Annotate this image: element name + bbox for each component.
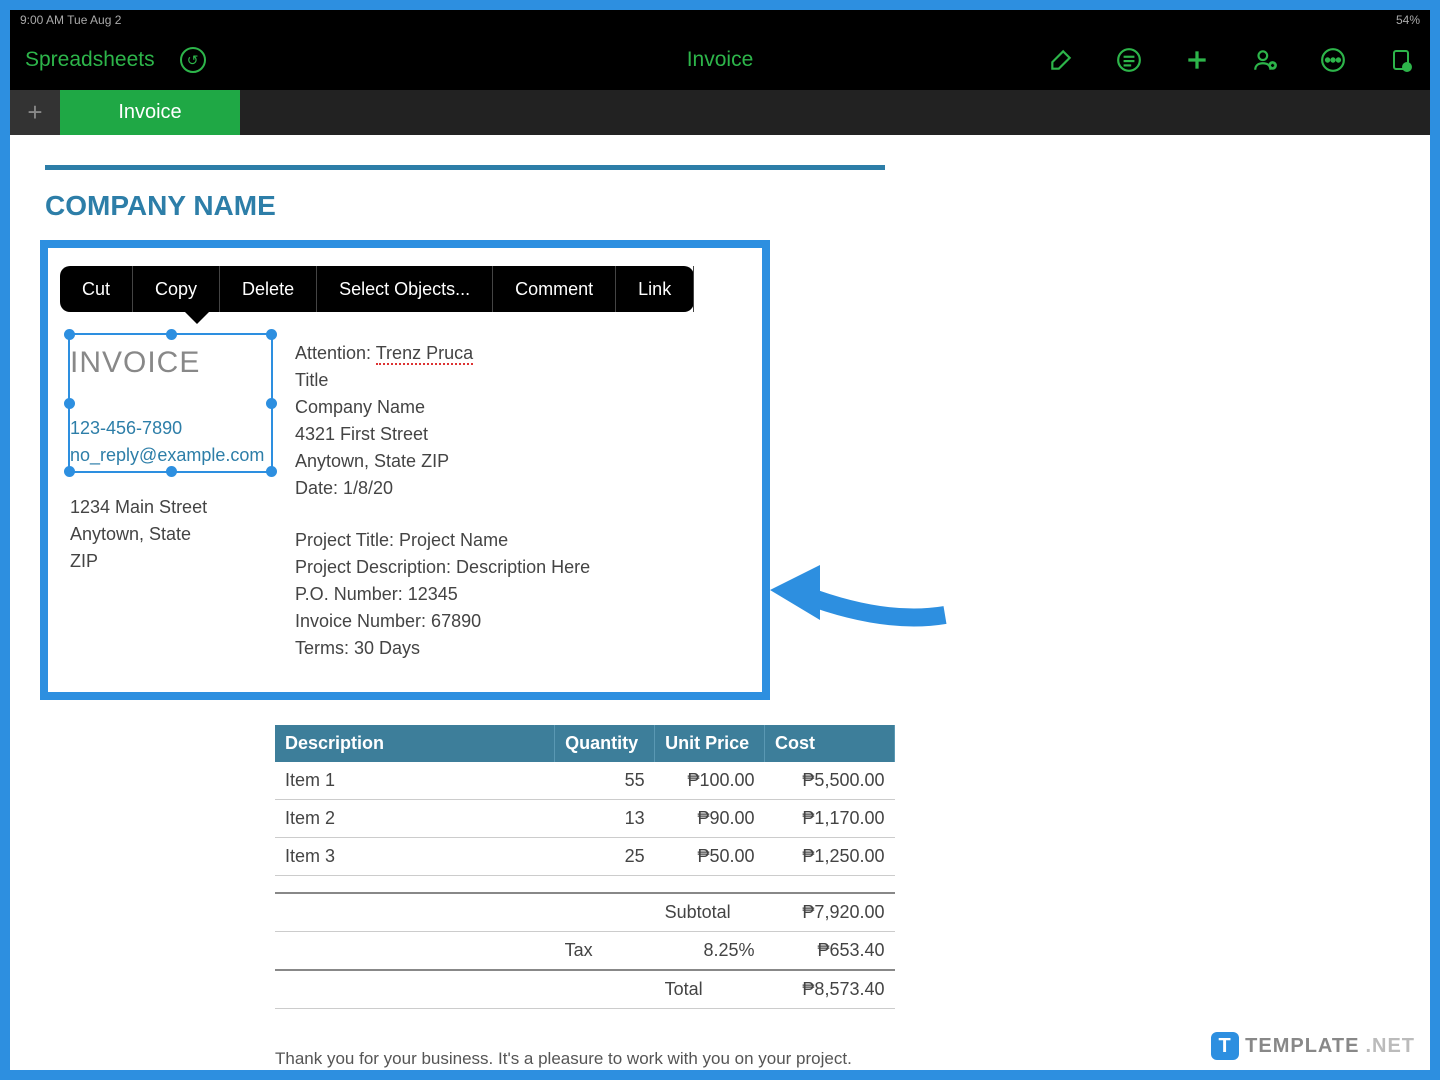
watermark-brand: TEMPLATE xyxy=(1245,1035,1359,1058)
table-row[interactable]: Item 213₱90.00₱1,170.00 xyxy=(275,800,895,838)
header-cost: Cost xyxy=(765,725,895,762)
context-cut[interactable]: Cut xyxy=(60,266,133,312)
address-line-3: ZIP xyxy=(70,548,275,575)
annotation-arrow-icon xyxy=(765,555,955,645)
table-header-row: Description Quantity Unit Price Cost xyxy=(275,725,895,762)
selection-handle[interactable] xyxy=(64,398,75,409)
watermark-suffix: .NET xyxy=(1365,1035,1415,1058)
status-time: 9:00 AM Tue Aug 2 xyxy=(20,13,121,27)
selection-handle[interactable] xyxy=(266,329,277,340)
annotation-highlight: Cut Copy Delete Select Objects... Commen… xyxy=(40,240,770,700)
selection-handle[interactable] xyxy=(64,466,75,477)
header-rule xyxy=(45,165,885,170)
recipient-city: Anytown, State ZIP xyxy=(295,448,590,475)
project-description: Project Description: Description Here xyxy=(295,554,590,581)
more-icon[interactable] xyxy=(1319,46,1347,74)
selection-handle[interactable] xyxy=(166,329,177,340)
invoice-number: Invoice Number: 67890 xyxy=(295,608,590,635)
selection-handle[interactable] xyxy=(266,466,277,477)
address-line-2: Anytown, State xyxy=(70,521,275,548)
terms: Terms: 30 Days xyxy=(295,635,590,662)
add-sheet-button[interactable]: + xyxy=(10,90,60,135)
invoice-date: Date: 1/8/20 xyxy=(295,475,590,502)
undo-icon[interactable]: ↺ xyxy=(180,47,206,73)
table-row[interactable]: Item 325₱50.00₱1,250.00 xyxy=(275,838,895,876)
paint-icon[interactable] xyxy=(1047,46,1075,74)
table-row xyxy=(275,876,895,894)
attention-name: Trenz Pruca xyxy=(376,343,473,365)
context-comment[interactable]: Comment xyxy=(493,266,616,312)
context-link[interactable]: Link xyxy=(616,266,694,312)
invoice-right-column: Attention: Trenz Pruca Title Company Nam… xyxy=(295,340,590,662)
tax-row: Tax8.25%₱653.40 xyxy=(275,932,895,971)
toolbar-actions xyxy=(1047,46,1415,74)
header-description: Description xyxy=(275,725,555,762)
header-unit-price: Unit Price xyxy=(655,725,765,762)
document-icon[interactable] xyxy=(1387,46,1415,74)
recipient-street: 4321 First Street xyxy=(295,421,590,448)
watermark-badge: T xyxy=(1211,1032,1239,1060)
app-toolbar: Spreadsheets ↺ Invoice xyxy=(10,30,1430,90)
subtotal-row: Subtotal₱7,920.00 xyxy=(275,893,895,932)
add-icon[interactable] xyxy=(1183,46,1211,74)
context-menu-tail xyxy=(185,312,209,324)
status-bar: 9:00 AM Tue Aug 2 54% xyxy=(10,10,1430,30)
watermark: T TEMPLATE .NET xyxy=(1211,1032,1415,1060)
selection-rectangle[interactable] xyxy=(68,333,273,473)
sheet-tab-invoice[interactable]: Invoice xyxy=(60,90,240,135)
context-copy[interactable]: Copy xyxy=(133,266,220,312)
po-number: P.O. Number: 12345 xyxy=(295,581,590,608)
recipient-title: Title xyxy=(295,367,590,394)
context-select-objects[interactable]: Select Objects... xyxy=(317,266,493,312)
project-title: Project Title: Project Name xyxy=(295,527,590,554)
format-icon[interactable] xyxy=(1115,46,1143,74)
share-icon[interactable] xyxy=(1251,46,1279,74)
selection-handle[interactable] xyxy=(64,329,75,340)
sheet-tab-bar: + Invoice xyxy=(10,90,1430,135)
company-name: COMPANY NAME xyxy=(45,190,1400,222)
selection-handle[interactable] xyxy=(266,398,277,409)
address-line-1: 1234 Main Street xyxy=(70,494,275,521)
status-battery: 54% xyxy=(1396,13,1420,27)
context-delete[interactable]: Delete xyxy=(220,266,317,312)
total-row: Total₱8,573.40 xyxy=(275,970,895,1009)
back-button[interactable]: Spreadsheets xyxy=(25,48,155,72)
selection-handle[interactable] xyxy=(166,466,177,477)
recipient-company: Company Name xyxy=(295,394,590,421)
document-title: Invoice xyxy=(687,48,754,72)
header-quantity: Quantity xyxy=(555,725,655,762)
table-row[interactable]: Item 155₱100.00₱5,500.00 xyxy=(275,762,895,800)
document-canvas[interactable]: COMPANY NAME Cut Copy Delete Select Obje… xyxy=(10,135,1430,1070)
invoice-table[interactable]: Description Quantity Unit Price Cost Ite… xyxy=(275,725,895,1009)
attention-label: Attention: xyxy=(295,343,376,363)
context-menu: Cut Copy Delete Select Objects... Commen… xyxy=(60,266,694,312)
